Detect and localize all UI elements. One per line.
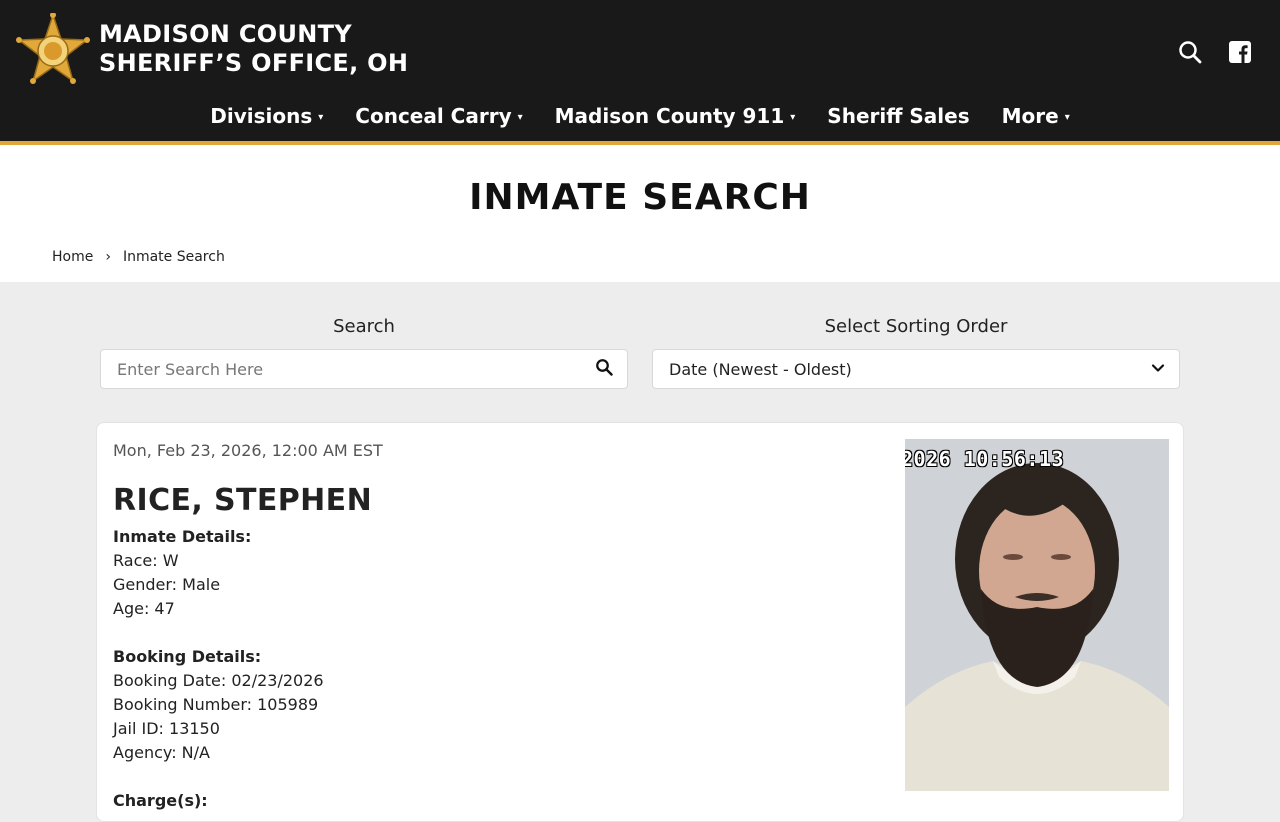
sheriff-badge-logo[interactable] bbox=[15, 12, 91, 89]
caret-down-icon: ▾ bbox=[517, 111, 523, 123]
chevron-down-icon bbox=[1151, 360, 1165, 379]
main-nav: Divisions ▾ Conceal Carry ▾ Madison Coun… bbox=[0, 104, 1280, 128]
breadcrumb: Home › Inmate Search bbox=[52, 249, 225, 265]
title-band: INMATE SEARCH Home › Inmate Search bbox=[0, 145, 1280, 282]
inmate-details-heading: Inmate Details: bbox=[113, 527, 252, 546]
inmate-card: Mon, Feb 23, 2026, 12:00 AM EST RICE, ST… bbox=[96, 422, 1184, 822]
search-filters: Search Select Sorting Order Date (Newest… bbox=[100, 316, 1180, 389]
booking-details-heading: Booking Details: bbox=[113, 647, 262, 666]
caret-down-icon: ▾ bbox=[1064, 111, 1070, 123]
nav-conceal-carry[interactable]: Conceal Carry ▾ bbox=[355, 104, 522, 128]
nav-madison-county-911[interactable]: Madison County 911 ▾ bbox=[555, 104, 796, 128]
sort-label: Select Sorting Order bbox=[824, 316, 1008, 337]
search-icon[interactable] bbox=[595, 358, 613, 380]
nav-label: Madison County 911 bbox=[554, 104, 785, 128]
site-header: MADISON COUNTY SHERIFF’S OFFICE, OH Divi… bbox=[0, 0, 1280, 145]
search-label: Search bbox=[333, 316, 395, 337]
nav-label: Sheriff Sales bbox=[827, 104, 970, 128]
inmate-details: Inmate Details: Race: W Gender: Male Age… bbox=[113, 525, 324, 813]
search-icon[interactable] bbox=[1178, 40, 1202, 64]
photo-timestamp: 2026 10:56:13 bbox=[905, 447, 1065, 471]
inmate-name: RICE, STEPHEN bbox=[113, 483, 373, 518]
search-field bbox=[100, 349, 628, 389]
booking-datetime: Mon, Feb 23, 2026, 12:00 AM EST bbox=[113, 441, 383, 460]
breadcrumb-separator-icon: › bbox=[105, 249, 111, 265]
nav-more[interactable]: More ▾ bbox=[1002, 104, 1070, 128]
breadcrumb-current: Inmate Search bbox=[122, 249, 225, 265]
site-title-line2: SHERIFF’S OFFICE, OH bbox=[99, 49, 409, 77]
caret-down-icon: ▾ bbox=[790, 111, 796, 123]
caret-down-icon: ▾ bbox=[318, 111, 324, 123]
booking-number: Booking Number: 105989 bbox=[113, 695, 319, 714]
booking-date: Booking Date: 02/23/2026 bbox=[113, 671, 324, 690]
charges-heading: Charge(s): bbox=[113, 791, 208, 810]
inmate-age: Age: 47 bbox=[113, 599, 175, 618]
search-input[interactable] bbox=[117, 359, 557, 379]
nav-label: More bbox=[1001, 104, 1059, 128]
jail-id: Jail ID: 13150 bbox=[113, 719, 220, 738]
site-title[interactable]: MADISON COUNTY SHERIFF’S OFFICE, OH bbox=[99, 20, 408, 78]
site-title-line1: MADISON COUNTY bbox=[99, 20, 352, 48]
facebook-icon[interactable] bbox=[1228, 40, 1252, 64]
nav-sheriff-sales[interactable]: Sheriff Sales bbox=[827, 104, 969, 128]
inmate-gender: Gender: Male bbox=[113, 575, 221, 594]
nav-label: Divisions bbox=[210, 104, 313, 128]
agency: Agency: N/A bbox=[113, 743, 210, 762]
sort-select-value: Date (Newest - Oldest) bbox=[669, 359, 852, 379]
nav-divisions[interactable]: Divisions ▾ bbox=[210, 104, 323, 128]
sort-select[interactable]: Date (Newest - Oldest) bbox=[652, 349, 1180, 389]
inmate-photo[interactable]: 2026 10:56:13 bbox=[905, 439, 1169, 791]
page-title: INMATE SEARCH bbox=[469, 177, 811, 218]
breadcrumb-home-link[interactable]: Home bbox=[52, 249, 93, 265]
nav-label: Conceal Carry bbox=[355, 104, 512, 128]
inmate-race: Race: W bbox=[113, 551, 179, 570]
